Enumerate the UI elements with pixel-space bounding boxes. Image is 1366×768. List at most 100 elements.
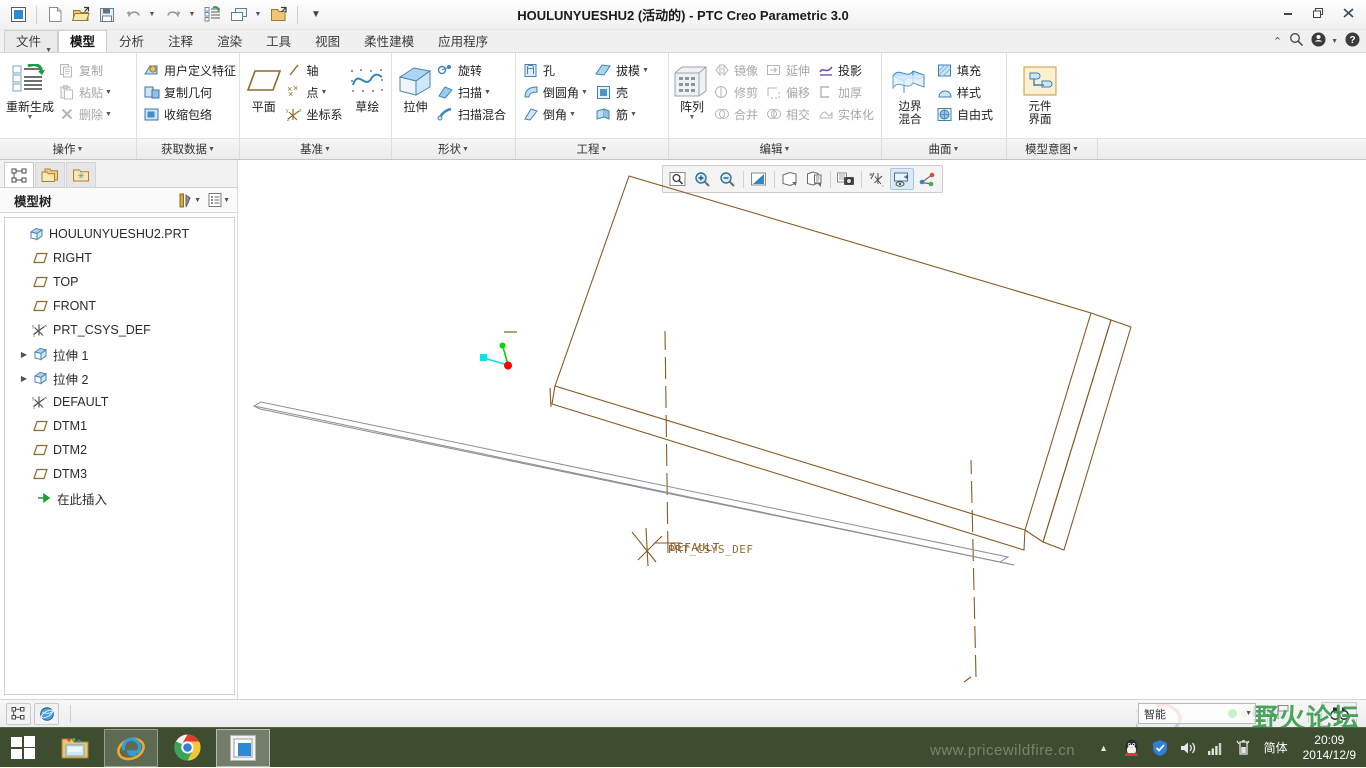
tree-item-extrude-1[interactable]: ▶ 拉伸 1 — [5, 342, 234, 366]
component-interface-button[interactable]: 元件 界面 — [1011, 57, 1069, 127]
model-tree-list[interactable]: HOULUNYUESHU2.PRT RIGHT TOP FRONT yxz PR… — [4, 217, 235, 695]
redo-icon[interactable] — [161, 3, 185, 27]
tab-tools[interactable]: 工具 — [254, 30, 303, 52]
tree-item-dtm1[interactable]: DTM1 — [5, 414, 234, 438]
extend-button[interactable]: 延伸 — [763, 59, 815, 81]
creo-window-icon[interactable] — [6, 3, 30, 27]
merge-button[interactable]: 合并 — [711, 103, 763, 125]
intersect-button[interactable]: 相交 — [763, 103, 815, 125]
chevron-down-icon[interactable]: ▼ — [105, 111, 112, 118]
save-icon[interactable] — [95, 3, 119, 27]
copy-button[interactable]: 复制 — [56, 59, 117, 81]
shell-button[interactable]: 壳 — [593, 81, 654, 103]
sketch-button[interactable]: 草绘 — [348, 57, 387, 114]
flag-icon[interactable] — [1276, 704, 1290, 723]
model-tree-toggle-button[interactable] — [6, 702, 31, 725]
mirror-button[interactable]: 镜像 — [711, 59, 763, 81]
model-tree-tab[interactable] — [4, 162, 34, 187]
group-label-model-intent[interactable]: 模型意图 ▼ — [1007, 139, 1098, 159]
chevron-down-icon[interactable]: ▼ — [105, 89, 112, 96]
tree-expander[interactable]: ▶ — [17, 350, 31, 359]
regenerate-icon[interactable] — [201, 3, 225, 27]
solidify-button[interactable]: 实体化 — [815, 103, 879, 125]
tab-applications[interactable]: 应用程序 — [426, 30, 500, 52]
tree-item-extrude-2[interactable]: ▶ 拉伸 2 — [5, 366, 234, 390]
datum-plane-button[interactable]: 平面 — [244, 57, 283, 114]
tree-item-part[interactable]: HOULUNYUESHU2.PRT — [5, 222, 234, 246]
datum-point-button[interactable]: × × × 点 ▼ — [283, 81, 347, 103]
thicken-button[interactable]: 加厚 — [815, 81, 879, 103]
chevron-down-icon[interactable]: ▼ — [27, 114, 34, 122]
rib-button[interactable]: 筋 ▼ — [593, 103, 654, 125]
round-button[interactable]: 倒圆角 ▼ — [520, 81, 593, 103]
tree-item-default[interactable]: yxz DEFAULT — [5, 390, 234, 414]
style-button[interactable]: 样式 — [934, 81, 998, 103]
open-file-icon[interactable] — [69, 3, 93, 27]
fill-button[interactable]: 填充 — [934, 59, 998, 81]
coordinate-system-button[interactable]: yxz 坐标系 — [283, 103, 347, 125]
tab-analysis[interactable]: 分析 — [107, 30, 156, 52]
selection-filter-button[interactable] — [1321, 701, 1357, 726]
swept-blend-button[interactable]: 扫描混合 — [435, 103, 511, 125]
taskbar-file-explorer[interactable] — [48, 729, 102, 767]
qq-tray-icon[interactable] — [1121, 737, 1143, 759]
undo-dropdown-icon[interactable]: ▼ — [147, 3, 159, 27]
battery-tray-icon[interactable] — [1233, 737, 1255, 759]
paste-button[interactable]: 粘贴 ▼ — [56, 81, 117, 103]
project-button[interactable]: 投影 — [815, 59, 879, 81]
window-switch-icon[interactable] — [227, 3, 251, 27]
tab-model[interactable]: 模型 — [58, 30, 108, 52]
taskbar-internet-explorer[interactable] — [104, 728, 158, 767]
pattern-button[interactable]: 阵列 ▼ — [673, 57, 711, 122]
network-tray-icon[interactable] — [1205, 737, 1227, 759]
extrude-button[interactable]: 拉伸 — [396, 57, 435, 114]
chamfer-button[interactable]: 倒角 ▼ — [520, 103, 593, 125]
restore-button[interactable] — [1304, 2, 1332, 24]
tree-item-front[interactable]: FRONT — [5, 294, 234, 318]
browser-toggle-button[interactable] — [34, 702, 59, 725]
revolve-button[interactable]: 旋转 — [435, 59, 511, 81]
tree-item-dtm2[interactable]: DTM2 — [5, 438, 234, 462]
trim-button[interactable]: 修剪 — [711, 81, 763, 103]
window-switch-dropdown-icon[interactable]: ▼ — [253, 3, 265, 27]
collapse-ribbon-icon[interactable]: ⌃ — [1273, 35, 1282, 48]
tab-view[interactable]: 视图 — [303, 30, 352, 52]
start-button[interactable] — [0, 728, 46, 768]
tray-chevron-icon[interactable]: ▲ — [1093, 737, 1115, 759]
offset-button[interactable]: 偏移 — [763, 81, 815, 103]
sweep-button[interactable]: 扫描 ▼ — [435, 81, 511, 103]
tree-expander[interactable]: ▶ — [17, 374, 31, 383]
security-shield-tray-icon[interactable] — [1149, 737, 1171, 759]
tab-file[interactable]: 文件 ▼ — [4, 30, 59, 54]
copy-geometry-button[interactable]: 复制几何 — [141, 81, 241, 103]
close-button[interactable] — [1334, 2, 1362, 24]
tab-annotate[interactable]: 注释 — [156, 30, 205, 52]
customize-qat-icon[interactable]: ▼ — [304, 3, 328, 27]
chevron-down-icon[interactable]: ▼ — [689, 114, 696, 122]
taskbar-creo[interactable] — [216, 728, 270, 767]
account-dropdown-icon[interactable]: ▼ — [1331, 38, 1338, 45]
udf-button[interactable]: 用户定义特征 — [141, 59, 241, 81]
account-icon[interactable] — [1311, 32, 1326, 50]
chevron-down-icon[interactable]: ▼ — [630, 111, 637, 118]
search-icon[interactable] — [1289, 32, 1304, 50]
favorites-tab[interactable]: ✳ — [66, 162, 96, 187]
close-window-icon[interactable] — [267, 3, 291, 27]
group-label-edit[interactable]: 编辑 ▼ — [669, 139, 882, 159]
model-wireframe[interactable]: DEFAULT PRT_CSYS_DEF — [238, 160, 1366, 699]
group-label-operations[interactable]: 操作 ▼ — [0, 139, 137, 159]
datum-axis-button[interactable]: 轴 — [283, 59, 347, 81]
group-label-shapes[interactable]: 形状 ▼ — [392, 139, 516, 159]
chevron-down-icon[interactable]: ▼ — [569, 111, 576, 118]
undo-icon[interactable] — [121, 3, 145, 27]
tree-settings-button[interactable]: ▼ — [204, 190, 233, 210]
new-file-icon[interactable] — [43, 3, 67, 27]
tree-item-dtm3[interactable]: DTM3 — [5, 462, 234, 486]
draft-button[interactable]: 拔模 ▼ — [593, 59, 654, 81]
tab-flexible-modeling[interactable]: 柔性建模 — [352, 30, 426, 52]
shrinkwrap-button[interactable]: 收缩包络 — [141, 103, 241, 125]
boundary-blend-button[interactable]: 边界 混合 — [886, 57, 934, 127]
tray-ime-label[interactable]: 简体 — [1261, 739, 1291, 756]
delete-button[interactable]: 删除 ▼ — [56, 103, 117, 125]
graphics-viewport[interactable]: ×, DEFAULT PRT_CSYS_DEF — [238, 160, 1366, 699]
